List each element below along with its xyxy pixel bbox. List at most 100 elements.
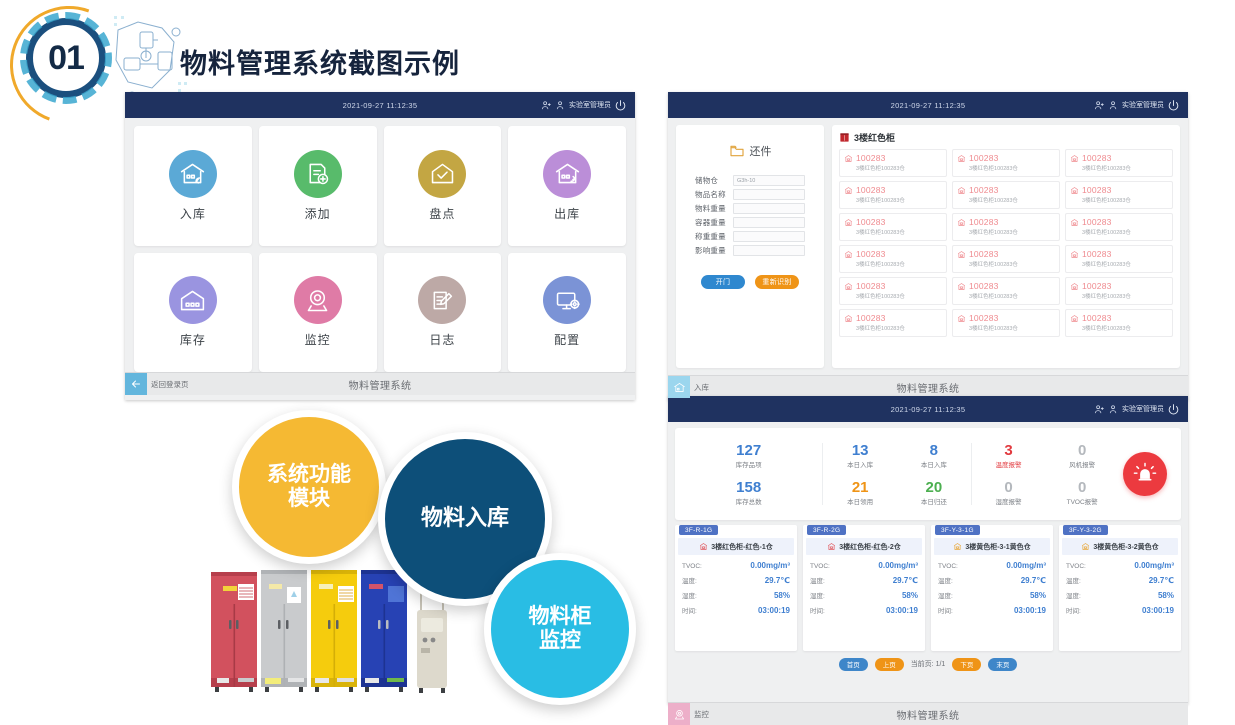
cabinet-cell[interactable]: 100283 3楼红色柜100283仓: [952, 213, 1060, 241]
weighed-weight-input[interactable]: [733, 231, 805, 242]
monitor-footer-button[interactable]: 监控: [668, 703, 709, 725]
cabinet-cell-sub: 3楼红色柜100283仓: [1082, 294, 1131, 300]
system-name: 物料管理系统: [348, 380, 412, 392]
tile-monitor[interactable]: 监控: [258, 252, 377, 372]
pager-prev-button[interactable]: 上页: [874, 657, 904, 671]
monitor-value: 58%: [901, 591, 918, 600]
cabinet-cell[interactable]: 100283 3楼红色柜100283仓: [952, 149, 1060, 177]
affect-weight-input[interactable]: [733, 245, 805, 256]
cabinet-slot-icon: [1070, 186, 1079, 195]
cabinet-monitor-card[interactable]: 3F-Y-3-2G 3楼黄色柜-3-2黄色仓 TVOC: 0.00mg/m³ 温度: 29…: [1059, 525, 1181, 651]
monitor-value: 03:00:19: [1013, 606, 1046, 615]
cabinet-slot-icon: [1070, 250, 1079, 259]
cabinet-cell[interactable]: 100283 3楼红色柜100283仓: [1065, 245, 1173, 273]
power-icon[interactable]: [1167, 403, 1180, 416]
power-icon[interactable]: [1167, 99, 1180, 112]
tile-log[interactable]: 日志: [383, 252, 502, 372]
item-name-input[interactable]: [733, 189, 805, 200]
alarm-bell-icon[interactable]: [1122, 452, 1167, 496]
footer-bar: 返回登录页 物料管理系统: [125, 372, 635, 395]
badge-line-1: 系统功能: [267, 462, 351, 487]
pager-first-button[interactable]: 首页: [838, 657, 868, 671]
tile-label: 添加: [304, 206, 331, 221]
user-zone[interactable]: 实验室管理员: [541, 92, 627, 118]
cabinet-cell[interactable]: 100283 3楼红色柜100283仓: [839, 149, 947, 177]
cabinet-cell-sub: 3楼红色柜100283仓: [1082, 166, 1131, 172]
cabinet-cell-top: 100283: [1070, 217, 1168, 227]
stat-value: 127: [736, 441, 762, 459]
cabinet-cell-top: 100283: [957, 281, 1055, 291]
back-to-login-button[interactable]: 返回登录页: [125, 373, 189, 395]
cabinet-monitor-card[interactable]: 3F-Y-3-1G 3楼黄色柜-3-1黄色仓 TVOC: 0.00mg/m³ 温度: 29…: [931, 525, 1053, 651]
cabinet-monitor-card[interactable]: 3F-R-2G 3楼红色柜-红色-2仓 TVOC: 0.00mg/m³ 温度: 29.7℃…: [803, 525, 925, 651]
monitor-value: 0.00mg/m³: [878, 561, 918, 570]
tile-stock[interactable]: 库存: [134, 252, 252, 372]
material-weight-input[interactable]: [733, 203, 805, 214]
power-icon[interactable]: [614, 99, 627, 112]
cabinet-monitor-card[interactable]: 3F-R-1G 3楼红色柜-红色-1仓 TVOC: 0.00mg/m³ 温度: 29.7℃…: [675, 525, 797, 651]
cabinet-red-icon: [699, 542, 708, 551]
cabinet-cell[interactable]: 100283 3楼红色柜100283仓: [952, 181, 1060, 209]
cabinet-cell[interactable]: 100283 3楼红色柜100283仓: [1065, 277, 1173, 305]
storage-bin-input[interactable]: G3h-10: [733, 175, 805, 186]
tile-config[interactable]: 配置: [508, 252, 626, 372]
monitor-key: 温度:: [1066, 578, 1081, 585]
cabinet-cell-sub: 3楼红色柜100283仓: [969, 198, 1018, 204]
warehouse-in-icon: [168, 149, 217, 198]
tile-add[interactable]: 添加: [258, 126, 377, 246]
footer-bar: 监控 物料管理系统: [668, 702, 1188, 725]
stat-column: 127 库存品项 158 库存总数: [675, 443, 822, 506]
monitor-key: 湿度:: [1066, 593, 1081, 600]
cabinet-cell[interactable]: 100283 3楼红色柜100283仓: [952, 245, 1060, 273]
rescan-button[interactable]: 重新识别: [755, 275, 799, 289]
cabinet-cell-code: 100283: [969, 185, 999, 195]
monitor-key: TVOC:: [810, 563, 830, 570]
stat-value: 20: [925, 478, 943, 496]
cabinet-cell[interactable]: 100283 3楼红色柜100283仓: [1065, 309, 1173, 337]
monitor-key: 时间:: [1066, 608, 1081, 615]
open-door-button[interactable]: 开门: [701, 275, 745, 289]
cabinet-cell[interactable]: 100283 3楼红色柜100283仓: [1065, 149, 1173, 177]
cabinet-cell[interactable]: 100283 3楼红色柜100283仓: [839, 213, 947, 241]
stat-label: 库存总数: [735, 498, 762, 506]
function-tile-grid: 入库 添加 盘点 出库 库存 监控 日志 配置: [134, 126, 626, 372]
stat-value: 0: [1077, 478, 1087, 496]
tile-label: 出库: [554, 206, 581, 221]
field-row: 物品名称: [695, 189, 805, 200]
stat-column: 8 本日入库 20 本日归还: [897, 443, 971, 506]
user-zone[interactable]: 实验室管理员: [1094, 396, 1180, 422]
cabinet-cell[interactable]: 100283 3楼红色柜100283仓: [839, 181, 947, 209]
cabinet-cell[interactable]: 100283 3楼红色柜100283仓: [839, 277, 947, 305]
cabinet-slot-icon: [1070, 218, 1079, 227]
pager-last-button[interactable]: 末页: [988, 657, 1018, 671]
pagination: 首页 上页 当前页: 1/1 下页 末页: [675, 656, 1181, 672]
cabinet-cell[interactable]: 100283 3楼红色柜100283仓: [952, 309, 1060, 337]
monitor-row: TVOC: 0.00mg/m³: [682, 561, 790, 570]
stat-label: 库存品项: [735, 461, 762, 469]
cabinet-cell-sub: 3楼红色柜100283仓: [856, 230, 905, 236]
tile-stocktake[interactable]: 盘点: [383, 126, 502, 246]
field-label: 储物仓: [695, 176, 719, 185]
stat-group-daily: 13 本日入库 21 本日领用 8 本日入库 20 本日归还: [823, 428, 970, 520]
cabinet-card-title: 3楼黄色柜-3-2黄色仓: [1093, 543, 1159, 551]
system-name: 物料管理系统: [896, 710, 960, 722]
cabinet-cell[interactable]: 100283 3楼红色柜100283仓: [839, 309, 947, 337]
monitor-key: TVOC:: [1066, 563, 1086, 570]
container-weight-input[interactable]: [733, 217, 805, 228]
cabinet-cell-code: 100283: [1082, 313, 1112, 323]
tile-outbound[interactable]: 出库: [508, 126, 626, 246]
field-row: 容器重量: [695, 217, 805, 228]
cabinet-cell[interactable]: 100283 3楼红色柜100283仓: [839, 245, 947, 273]
cabinet-cell[interactable]: 100283 3楼红色柜100283仓: [1065, 213, 1173, 241]
user-zone[interactable]: 实验室管理员: [1094, 92, 1180, 118]
monitor-row: 温度: 29.7℃: [810, 575, 918, 585]
stat-tvoc-alarm: 0 TVOC报警: [1067, 480, 1098, 506]
monitor-gear-icon: [543, 276, 592, 325]
cabinet-cell[interactable]: 100283 3楼红色柜100283仓: [952, 277, 1060, 305]
inbound-footer-button[interactable]: 入库: [668, 376, 709, 398]
tile-inbound[interactable]: 入库: [134, 126, 252, 246]
cabinet-cell[interactable]: 100283 3楼红色柜100283仓: [1065, 181, 1173, 209]
camera-icon: [293, 276, 342, 325]
pager-next-button[interactable]: 下页: [952, 657, 982, 671]
monitor-row: 时间: 03:00:19: [810, 605, 918, 615]
